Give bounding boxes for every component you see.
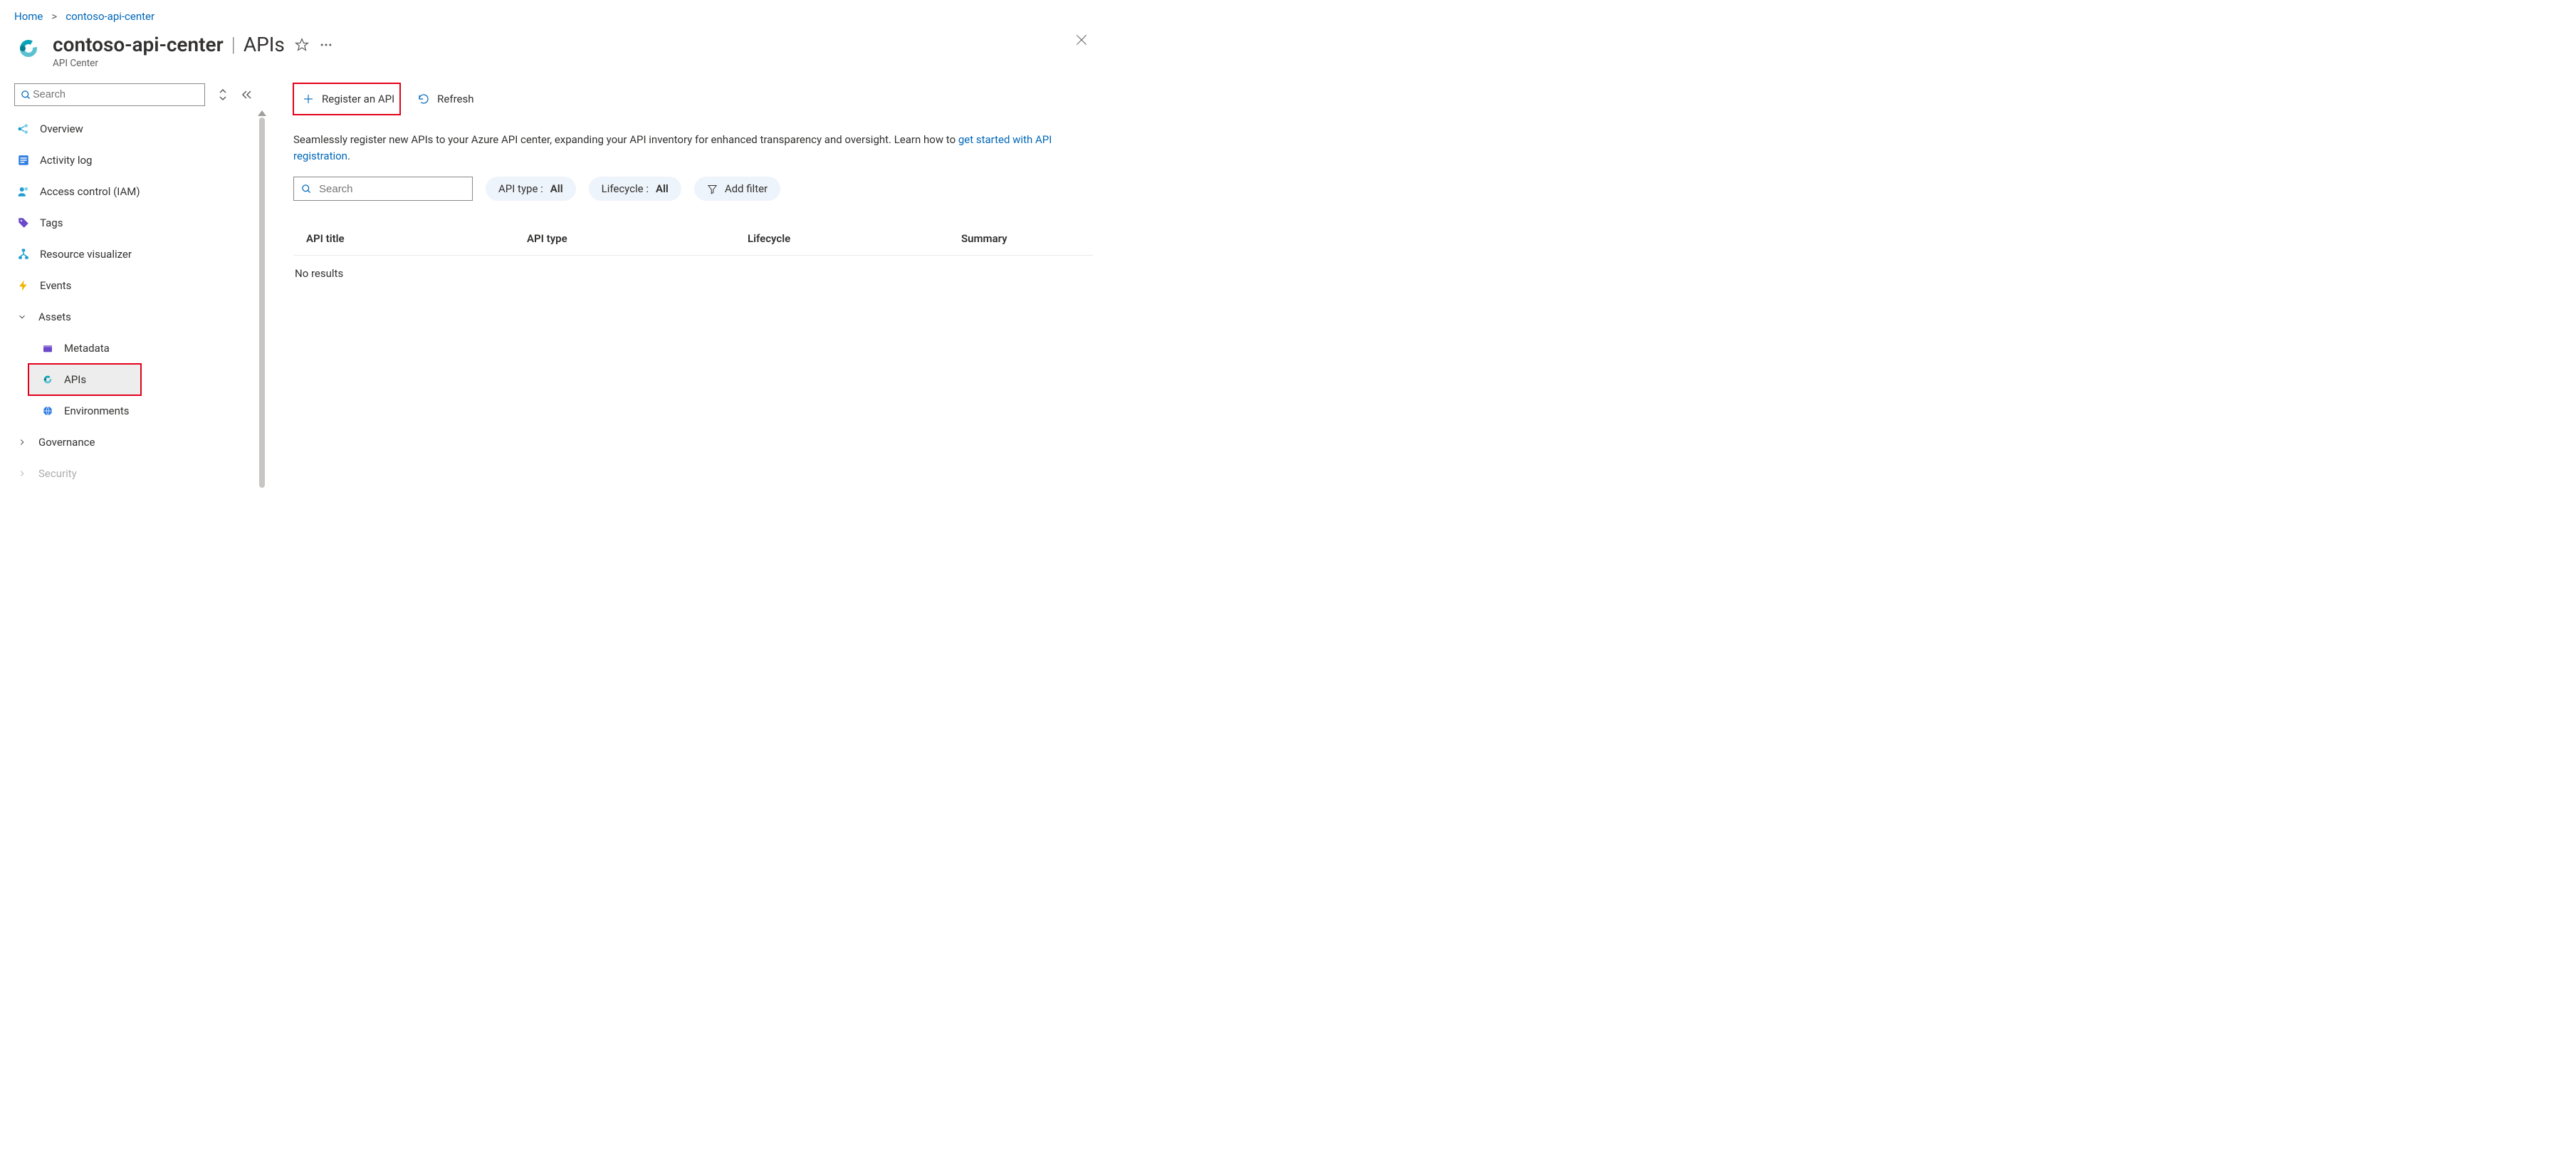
sidebar-item-resource-visualizer[interactable]: Resource visualizer <box>14 239 252 270</box>
plus-icon <box>302 93 315 105</box>
sidebar-item-overview[interactable]: Overview <box>14 113 252 145</box>
environments-icon <box>41 404 54 417</box>
filter-lifecycle-label: Lifecycle : <box>602 182 649 195</box>
collapse-sidebar-icon[interactable] <box>241 90 252 100</box>
page-title: contoso-api-center | APIs <box>53 33 285 56</box>
metadata-icon <box>41 342 54 355</box>
table-header: API title API type Lifecycle Summary <box>293 222 1093 256</box>
sidebar-group-label: Security <box>38 467 77 480</box>
description-body: Seamlessly register new APIs to your Azu… <box>293 133 958 146</box>
favorite-star-icon[interactable] <box>295 38 309 52</box>
sidebar-item-label: Overview <box>40 122 83 135</box>
tags-icon <box>17 216 30 229</box>
page-title-section: APIs <box>244 33 285 56</box>
filter-api-type-label: API type : <box>498 182 543 195</box>
api-search-input[interactable] <box>318 182 465 196</box>
sidebar-item-tags[interactable]: Tags <box>14 207 252 239</box>
page-header: contoso-api-center | APIs API Center <box>14 30 1093 73</box>
chevron-down-icon <box>17 312 28 322</box>
filter-lifecycle[interactable]: Lifecycle : All <box>589 177 681 201</box>
chevron-right-icon <box>17 437 28 447</box>
sidebar-group-label: Governance <box>38 436 95 449</box>
sidebar: Overview Activity log <box>14 83 262 489</box>
sidebar-item-environments[interactable]: Environments <box>14 395 252 427</box>
sidebar-group-label: Assets <box>38 310 71 323</box>
filter-api-type-value: All <box>550 182 563 195</box>
main-panel: Register an API Refresh Seamlessly regis… <box>262 83 1093 489</box>
column-summary[interactable]: Summary <box>961 232 1080 245</box>
filter-icon <box>707 184 718 194</box>
sidebar-item-label: Activity log <box>40 154 92 167</box>
sidebar-item-metadata[interactable]: Metadata <box>14 333 252 364</box>
column-lifecycle[interactable]: Lifecycle <box>748 232 961 245</box>
sidebar-item-apis[interactable]: APIs <box>28 364 141 395</box>
filter-api-type[interactable]: API type : All <box>486 177 576 201</box>
column-api-title[interactable]: API title <box>306 232 527 245</box>
sidebar-search[interactable] <box>14 83 205 106</box>
breadcrumb-home[interactable]: Home <box>14 10 43 23</box>
api-search[interactable] <box>293 177 473 201</box>
page-subtitle: API Center <box>53 58 333 69</box>
refresh-icon <box>417 93 430 105</box>
events-icon <box>17 279 30 292</box>
sidebar-search-input[interactable] <box>31 88 199 101</box>
sidebar-item-label: Metadata <box>64 342 110 355</box>
more-actions-icon[interactable] <box>319 38 333 52</box>
register-api-button[interactable]: Register an API <box>293 83 400 115</box>
sidebar-group-assets[interactable]: Assets <box>14 301 252 333</box>
add-filter-label: Add filter <box>725 182 768 195</box>
resource-visualizer-icon <box>17 248 30 261</box>
expand-collapse-icon[interactable] <box>218 88 228 101</box>
description-text: Seamlessly register new APIs to your Azu… <box>293 132 1093 164</box>
table-empty-message: No results <box>293 256 1093 291</box>
command-bar: Register an API Refresh <box>293 83 1093 115</box>
api-table: API title API type Lifecycle Summary No … <box>293 222 1093 291</box>
add-filter-button[interactable]: Add filter <box>694 177 780 201</box>
page-title-resource: contoso-api-center <box>53 33 224 56</box>
column-api-type[interactable]: API type <box>527 232 748 245</box>
description-tail: . <box>347 150 350 162</box>
filter-bar: API type : All Lifecycle : All Add filte… <box>293 177 1093 201</box>
chevron-right-icon <box>17 469 28 479</box>
apis-icon <box>41 373 54 386</box>
api-center-icon <box>14 34 43 63</box>
breadcrumb-resource[interactable]: contoso-api-center <box>66 10 155 23</box>
sidebar-item-label: Resource visualizer <box>40 248 132 261</box>
sidebar-item-activity-log[interactable]: Activity log <box>14 145 252 176</box>
filter-lifecycle-value: All <box>656 182 669 195</box>
breadcrumb-separator: > <box>51 10 57 23</box>
register-api-label: Register an API <box>322 93 394 105</box>
sidebar-item-label: APIs <box>64 373 86 386</box>
sidebar-item-events[interactable]: Events <box>14 270 252 301</box>
search-icon <box>301 184 312 194</box>
breadcrumb: Home > contoso-api-center <box>14 7 1093 30</box>
refresh-label: Refresh <box>437 93 473 105</box>
sidebar-group-governance[interactable]: Governance <box>14 427 252 458</box>
sidebar-item-label: Tags <box>40 216 63 229</box>
overview-icon <box>17 122 30 135</box>
sidebar-item-label: Events <box>40 279 71 292</box>
refresh-button[interactable]: Refresh <box>410 83 481 115</box>
close-icon[interactable] <box>1070 33 1093 47</box>
search-icon <box>21 90 31 100</box>
sidebar-item-label: Access control (IAM) <box>40 185 140 198</box>
sidebar-item-label: Environments <box>64 404 130 417</box>
access-control-icon <box>17 185 30 198</box>
sidebar-group-security[interactable]: Security <box>14 458 252 489</box>
activity-log-icon <box>17 154 30 167</box>
sidebar-item-access-control[interactable]: Access control (IAM) <box>14 176 252 207</box>
